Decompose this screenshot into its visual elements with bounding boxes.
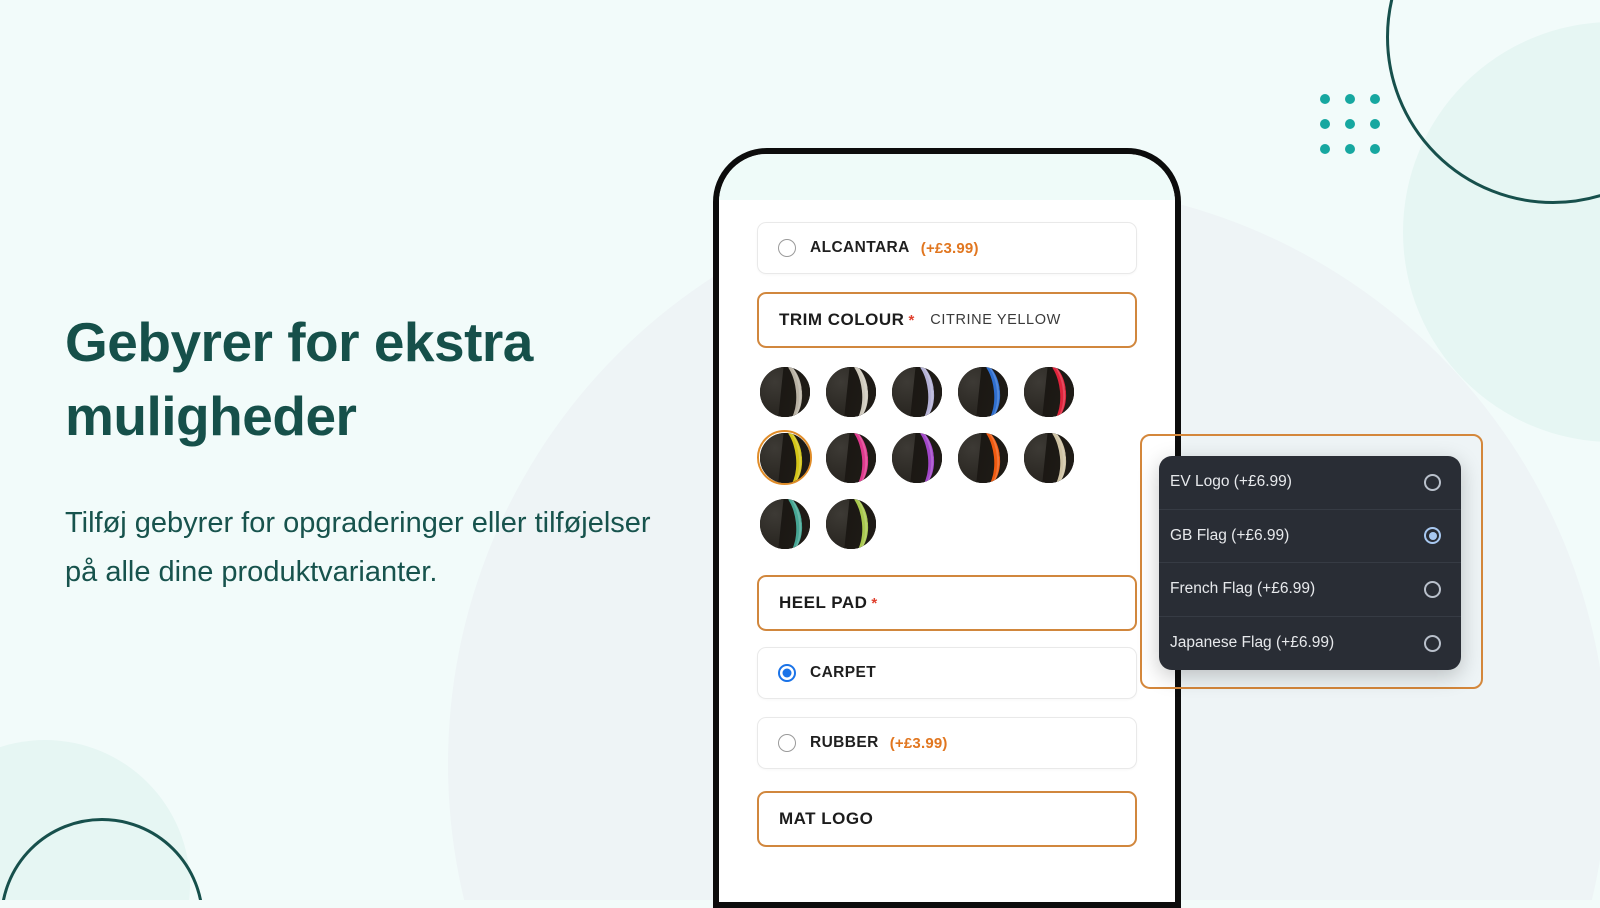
swatch-thumbnail <box>957 432 1008 483</box>
dropdown-item-label: French Flag (+£6.99) <box>1170 580 1316 598</box>
dot <box>1370 144 1380 154</box>
option-label: CARPET <box>810 664 877 681</box>
dropdown-item-radio[interactable] <box>1424 580 1441 598</box>
page-subtitle: Tilføj gebyrer for opgraderinger eller t… <box>65 507 651 588</box>
dot <box>1370 94 1380 104</box>
trim-colour-swatch-grid <box>757 364 1077 551</box>
swatch-thumbnail <box>825 498 876 549</box>
section-title: MAT LOGO <box>779 809 874 828</box>
swatch-thumbnail <box>891 432 942 483</box>
swatch-thumbnail <box>891 366 942 417</box>
required-asterisk: * <box>871 594 878 612</box>
radio-rubber[interactable] <box>778 734 796 752</box>
dropdown-item[interactable]: GB Flag (+£6.99) <box>1159 510 1461 563</box>
swatch-selected[interactable] <box>757 430 812 485</box>
dropdown-item[interactable]: EV Logo (+£6.99) <box>1159 456 1461 510</box>
section-header-trim-colour[interactable]: TRIM COLOUR * CITRINE YELLOW <box>757 292 1137 348</box>
swatch-thumbnail <box>759 498 810 549</box>
dot <box>1320 94 1330 104</box>
dropdown-item[interactable]: French Flag (+£6.99) <box>1159 563 1461 617</box>
swatch-option[interactable] <box>823 496 878 551</box>
swatch-option[interactable] <box>757 364 812 419</box>
section-selected-value: CITRINE YELLOW <box>930 312 1061 328</box>
phone-screen: ALCANTARA (+£3.99) TRIM COLOUR * CITRINE… <box>719 200 1175 902</box>
swatch-option[interactable] <box>1021 364 1076 419</box>
mat-logo-dropdown-menu[interactable]: EV Logo (+£6.99) GB Flag (+£6.99) French F… <box>1159 456 1461 670</box>
swatch-thumbnail <box>1023 366 1074 417</box>
swatch-option[interactable] <box>889 430 944 485</box>
option-rubber[interactable]: RUBBER (+£3.99) <box>757 717 1137 769</box>
dropdown-item-label: GB Flag (+£6.99) <box>1170 526 1290 544</box>
swatch-thumbnail <box>759 432 810 483</box>
dropdown-item-label: EV Logo (+£6.99) <box>1170 473 1292 491</box>
swatch-thumbnail <box>825 432 876 483</box>
required-asterisk: * <box>908 311 915 329</box>
section-header-heel-pad[interactable]: HEEL PAD * <box>757 575 1137 631</box>
dot <box>1345 144 1355 154</box>
dropdown-item[interactable]: Japanese Flag (+£6.99) <box>1159 617 1461 671</box>
dot <box>1345 119 1355 129</box>
dropdown-item-radio[interactable] <box>1424 527 1441 545</box>
dot <box>1320 119 1330 129</box>
swatch-option[interactable] <box>757 496 812 551</box>
dropdown-item-radio[interactable] <box>1424 473 1441 491</box>
swatch-option[interactable] <box>1021 430 1076 485</box>
section-title: HEEL PAD <box>779 593 868 612</box>
swatch-thumbnail <box>957 366 1008 417</box>
option-label: RUBBER <box>810 734 879 751</box>
phone-mockup: ALCANTARA (+£3.99) TRIM COLOUR * CITRINE… <box>713 148 1181 908</box>
dot <box>1345 94 1355 104</box>
section-title: TRIM COLOUR <box>779 310 905 329</box>
swatch-thumbnail <box>759 366 810 417</box>
page-title: Gebyrer for ekstra muligheder <box>65 311 533 447</box>
option-price: (+£3.99) <box>889 734 948 752</box>
marketing-copy: Gebyrer for ekstra muligheder Tilføj geb… <box>65 305 685 597</box>
dropdown-item-label: Japanese Flag (+£6.99) <box>1170 634 1335 652</box>
swatch-thumbnail <box>825 366 876 417</box>
dot <box>1320 144 1330 154</box>
radio-carpet[interactable] <box>778 664 796 682</box>
dropdown-item-radio[interactable] <box>1424 634 1441 652</box>
swatch-option[interactable] <box>823 364 878 419</box>
swatch-option[interactable] <box>823 430 878 485</box>
dot <box>1370 119 1380 129</box>
dot-grid-icon <box>1320 94 1380 154</box>
swatch-option[interactable] <box>889 364 944 419</box>
option-price: (+£3.99) <box>920 239 979 257</box>
swatch-option[interactable] <box>955 430 1010 485</box>
swatch-option[interactable] <box>955 364 1010 419</box>
option-label: ALCANTARA <box>810 239 910 256</box>
option-alcantara[interactable]: ALCANTARA (+£3.99) <box>757 222 1137 274</box>
section-header-mat-logo[interactable]: MAT LOGO <box>757 791 1137 847</box>
option-carpet[interactable]: CARPET <box>757 647 1137 699</box>
radio-alcantara[interactable] <box>778 239 796 257</box>
swatch-thumbnail <box>1023 432 1074 483</box>
